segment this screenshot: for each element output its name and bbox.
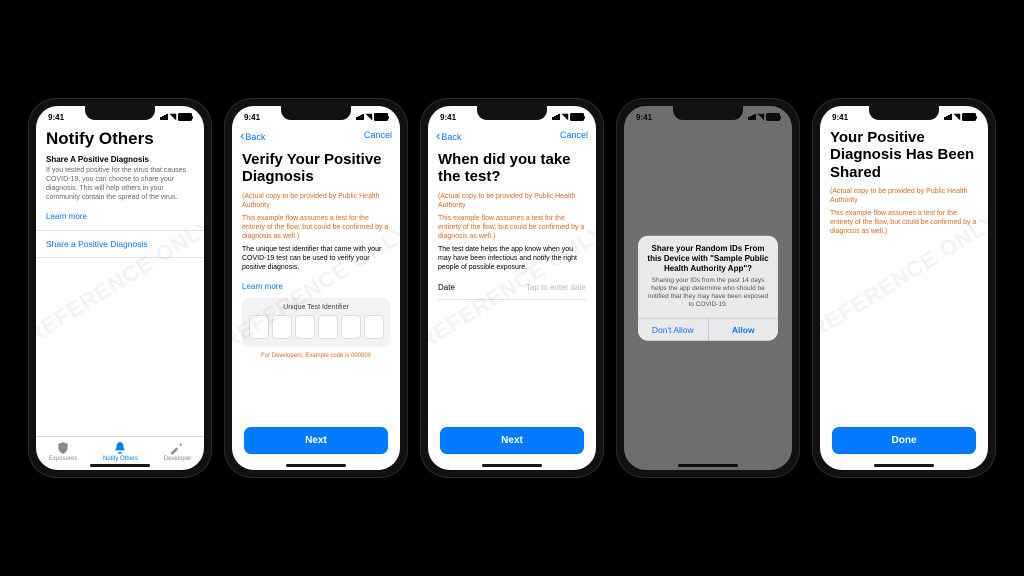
page-title: Notify Others — [46, 129, 194, 149]
cellular-icon — [748, 114, 756, 120]
tab-label: Notify Others — [103, 456, 138, 462]
date-label: Date — [438, 283, 455, 292]
phone-diagnosis-shared: 9:41 ◥ REFERENCE ONLY Your Positive Diag… — [812, 98, 996, 478]
alert-title: Share your Random IDs From this Device w… — [638, 236, 778, 277]
instruction-body: The unique test identifier that came wit… — [242, 245, 390, 272]
code-entry-box: Unique Test Identifier — [242, 298, 390, 347]
section-body: If you tested positive for the virus tha… — [46, 166, 194, 202]
section-heading: Share A Positive Diagnosis — [46, 155, 194, 164]
notch — [869, 106, 939, 120]
system-alert: Share your Random IDs From this Device w… — [638, 236, 778, 341]
wifi-icon: ◥ — [562, 113, 568, 121]
notch — [85, 106, 155, 120]
notch — [673, 106, 743, 120]
wifi-icon: ◥ — [170, 113, 176, 121]
phone-share-ids-alert: 9:41 ◥ Share your Random IDs From this D… — [616, 98, 800, 478]
status-time: 9:41 — [636, 113, 652, 122]
tab-exposures[interactable]: Exposures — [49, 441, 77, 462]
cellular-icon — [552, 114, 560, 120]
alert-allow-button[interactable]: Allow — [708, 318, 779, 340]
example-note: This example flow assumes a test for the… — [830, 209, 978, 236]
tab-notify-others[interactable]: Notify Others — [103, 441, 138, 462]
code-label: Unique Test Identifier — [248, 304, 384, 311]
example-note: This example flow assumes a test for the… — [438, 214, 586, 241]
home-indicator[interactable] — [874, 464, 934, 467]
date-input-row[interactable]: Date Tap to enter date — [438, 276, 586, 300]
cellular-icon — [356, 114, 364, 120]
tab-developer[interactable]: Developer — [164, 441, 191, 462]
status-indicators: ◥ — [160, 113, 192, 121]
next-button[interactable]: Next — [244, 427, 388, 454]
bell-icon — [113, 441, 127, 455]
phone-test-date: 9:41 ◥ Back Cancel REFERENCE ONLY When d… — [420, 98, 604, 478]
back-button[interactable]: Back — [436, 128, 461, 143]
wifi-icon: ◥ — [758, 113, 764, 121]
page-title: When did you take the test? — [438, 151, 586, 186]
battery-icon — [766, 113, 780, 121]
instruction-body: The test date helps the app know when yo… — [438, 245, 586, 272]
status-time: 9:41 — [832, 113, 848, 122]
home-indicator[interactable] — [286, 464, 346, 467]
example-note: This example flow assumes a test for the… — [242, 214, 390, 241]
cellular-icon — [944, 114, 952, 120]
alert-body: Sharing your IDs from the past 14 days h… — [638, 277, 778, 318]
battery-icon — [570, 113, 584, 121]
notch — [477, 106, 547, 120]
wifi-icon: ◥ — [366, 113, 372, 121]
battery-icon — [962, 113, 976, 121]
battery-icon — [374, 113, 388, 121]
authority-note: (Actual copy to be provided by Public He… — [438, 192, 586, 210]
page-title: Verify Your Positive Diagnosis — [242, 151, 390, 186]
done-button[interactable]: Done — [832, 427, 976, 454]
developer-note: For Developers: Example code is 000000 — [242, 353, 390, 359]
learn-more-link[interactable]: Learn more — [242, 282, 283, 291]
phone-verify-diagnosis: 9:41 ◥ Back Cancel REFERENCE ONLY Verify… — [224, 98, 408, 478]
cellular-icon — [160, 114, 168, 120]
next-button[interactable]: Next — [440, 427, 584, 454]
status-time: 9:41 — [440, 113, 456, 122]
nav-bar: Back Cancel — [232, 125, 400, 147]
status-time: 9:41 — [48, 113, 64, 122]
tab-label: Exposures — [49, 456, 77, 462]
wifi-icon: ◥ — [954, 113, 960, 121]
home-indicator[interactable] — [90, 464, 150, 467]
share-diagnosis-row[interactable]: Share a Positive Diagnosis — [36, 230, 204, 258]
cancel-button[interactable]: Cancel — [560, 130, 588, 140]
back-button[interactable]: Back — [240, 128, 265, 143]
authority-note: (Actual copy to be provided by Public He… — [830, 187, 978, 205]
cancel-button[interactable]: Cancel — [364, 130, 392, 140]
alert-dont-allow-button[interactable]: Don't Allow — [638, 318, 708, 340]
code-cells[interactable] — [248, 315, 384, 339]
authority-note: (Actual copy to be provided by Public He… — [242, 192, 390, 210]
battery-icon — [178, 113, 192, 121]
learn-more-link[interactable]: Learn more — [46, 212, 87, 221]
home-indicator[interactable] — [678, 464, 738, 467]
shield-icon — [56, 441, 70, 455]
status-time: 9:41 — [244, 113, 260, 122]
date-placeholder: Tap to enter date — [526, 283, 586, 292]
hammer-icon — [170, 441, 184, 455]
home-indicator[interactable] — [482, 464, 542, 467]
nav-bar: Back Cancel — [428, 125, 596, 147]
notch — [281, 106, 351, 120]
tab-label: Developer — [164, 456, 191, 462]
page-title: Your Positive Diagnosis Has Been Shared — [830, 129, 978, 181]
phone-notify-others: 9:41 ◥ REFERENCE ONLY Notify Others Shar… — [28, 98, 212, 478]
